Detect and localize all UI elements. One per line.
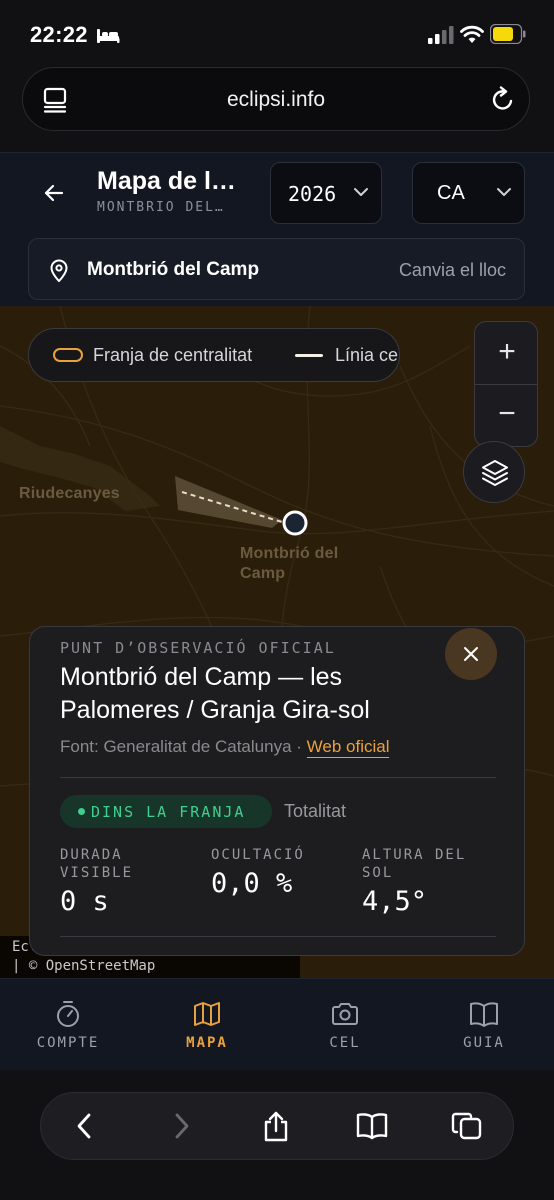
stat-value: 4,5° xyxy=(362,886,428,917)
location-area: Montbrió del Camp Canvia el lloc xyxy=(0,232,554,306)
card-divider xyxy=(60,777,496,778)
tabs-overview-icon[interactable] xyxy=(451,1111,483,1141)
tab-compte[interactable]: COMPTE xyxy=(18,999,118,1051)
chevron-down-icon xyxy=(497,188,511,196)
tab-label: MAPA xyxy=(186,1035,228,1051)
browser-chrome-top: eclipsi.info xyxy=(0,64,554,152)
location-bar[interactable]: Montbrió del Camp Canvia el lloc xyxy=(28,238,525,300)
location-marker xyxy=(282,510,308,536)
band-swatch xyxy=(53,348,83,362)
title-block: Mapa de l… MONTBRIÓ DEL… xyxy=(97,167,257,215)
card-title: Montbrió del Camp — les Palomeres / Gran… xyxy=(60,663,370,724)
stat-value: 0 s xyxy=(60,886,109,917)
stopwatch-icon xyxy=(57,1001,79,1027)
legend-band-label: Franja de centralitat xyxy=(93,345,253,365)
browser-forward-icon[interactable] xyxy=(169,1111,195,1141)
zoom-out-button[interactable]: − xyxy=(475,385,539,447)
back-arrow-icon[interactable] xyxy=(42,181,66,205)
location-pin-icon xyxy=(50,259,68,282)
badge-text: DINS LA FRANJA xyxy=(91,803,246,821)
stat-visible-duration: DURADA VISIBLE 0 s xyxy=(60,846,200,917)
year-select[interactable]: 2026 xyxy=(270,162,382,224)
layers-icon xyxy=(482,460,508,486)
map-legend[interactable]: Franja de centralitat Línia ce xyxy=(28,328,400,382)
stat-label: DURADA VISIBLE xyxy=(60,847,134,881)
book-icon xyxy=(470,1002,498,1027)
source-prefix: Font: Generalitat de Catalunya · xyxy=(60,737,307,756)
card-source: Font: Generalitat de Catalunya · Web ofi… xyxy=(60,737,390,758)
year-select-value: 2026 xyxy=(288,182,337,206)
inside-band-badge: DINS LA FRANJA xyxy=(60,795,272,828)
map-icon xyxy=(194,1002,220,1026)
place-label-riudecanyes: Riudecanyes xyxy=(19,485,120,502)
camera-icon xyxy=(332,1003,358,1025)
page-title: Mapa de l… xyxy=(97,167,236,195)
tab-label: GUIA xyxy=(463,1035,505,1051)
close-card-button[interactable] xyxy=(445,628,497,680)
stat-occultation: OCULTACIÓ 0,0 % xyxy=(211,846,351,899)
cellular-signal-icon xyxy=(428,26,454,44)
stat-label: OCULTACIÓ xyxy=(211,847,305,863)
legend-line-label: Línia ce xyxy=(335,345,399,365)
tab-cel[interactable]: CEL xyxy=(295,999,395,1051)
tab-mapa[interactable]: MAPA xyxy=(157,999,257,1051)
card-kicker: PUNT D’OBSERVACIÓ OFICIAL xyxy=(60,639,336,657)
browser-toolbar-pill xyxy=(40,1092,514,1160)
eclipse-type-label: Totalitat xyxy=(284,801,347,821)
page-subtitle: MONTBRIÓ DEL… xyxy=(97,200,225,215)
chevron-down-icon xyxy=(354,188,368,196)
reload-icon[interactable] xyxy=(491,86,515,112)
browser-back-icon[interactable] xyxy=(71,1111,97,1141)
official-web-link[interactable]: Web oficial xyxy=(306,737,390,758)
close-icon xyxy=(464,647,478,661)
address-bar[interactable]: eclipsi.info xyxy=(22,67,530,131)
stat-value: 0,0 % xyxy=(211,868,293,899)
status-bar: 22:22 xyxy=(0,0,554,64)
attribution-line-2[interactable]: | © OpenStreetMap xyxy=(12,957,288,976)
language-select-value: CA xyxy=(437,182,465,204)
url-text[interactable]: eclipsi.info xyxy=(23,88,529,112)
browser-toolbar xyxy=(0,1070,554,1200)
tab-label: COMPTE xyxy=(36,1035,100,1051)
line-swatch xyxy=(295,354,323,357)
status-dot xyxy=(78,808,85,815)
layers-button[interactable] xyxy=(463,441,525,503)
change-location-link[interactable]: Canvia el lloc xyxy=(399,260,506,281)
bottom-tab-bar: COMPTE MAPA CEL GUIA xyxy=(0,978,554,1070)
place-label-montbrio: Montbrió del Camp xyxy=(240,545,339,582)
app-header: Mapa de l… MONTBRIÓ DEL… 2026 CA xyxy=(0,152,554,232)
tab-label: CEL xyxy=(329,1035,361,1051)
sleep-focus-icon xyxy=(97,29,120,43)
bookmarks-icon[interactable] xyxy=(355,1111,389,1141)
share-icon[interactable] xyxy=(261,1111,291,1143)
observation-point-card: PUNT D’OBSERVACIÓ OFICIAL Montbrió del C… xyxy=(29,626,525,956)
location-name: Montbrió del Camp xyxy=(87,259,260,280)
zoom-control: + − xyxy=(474,321,538,447)
stat-sun-altitude: ALTURA DEL SOL 4,5° xyxy=(362,846,502,917)
language-select[interactable]: CA xyxy=(412,162,525,224)
status-time: 22:22 xyxy=(30,22,88,47)
tab-guia[interactable]: GUIA xyxy=(434,999,534,1051)
card-divider xyxy=(60,936,496,937)
wifi-icon xyxy=(460,25,484,43)
battery-icon xyxy=(490,24,526,44)
stat-label: ALTURA DEL SOL xyxy=(362,847,467,881)
zoom-in-button[interactable]: + xyxy=(475,322,539,384)
